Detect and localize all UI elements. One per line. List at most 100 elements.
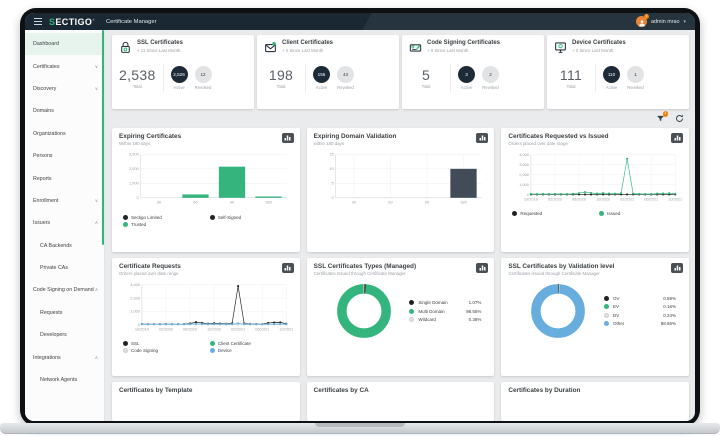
legend-dot: [409, 317, 414, 322]
sidebar-item-network-agents[interactable]: Network Agents: [25, 369, 104, 391]
svg-text:1,000: 1,000: [130, 309, 140, 314]
sidebar-item-dashboard[interactable]: Dashboard: [25, 33, 104, 55]
svg-text:15: 15: [329, 152, 334, 157]
line-chart: 01,0002,0003,00010/201902/202006/202010/…: [119, 278, 293, 340]
legend-label: Requested: [520, 211, 542, 216]
sidebar-item-persons[interactable]: Persons: [25, 145, 104, 167]
svg-text:4,000: 4,000: [520, 152, 530, 157]
sidebar-item-label: CA Backends: [40, 243, 72, 249]
sidebar-item-private-cas[interactable]: Private CAs: [25, 257, 104, 279]
stat-card-delta: + 0 Since Last Month: [282, 48, 333, 53]
svg-text:3,000: 3,000: [129, 152, 140, 157]
legend-item: Trusted: [123, 222, 206, 227]
revoked-count: 1Revoked: [627, 66, 644, 90]
active-label: Active: [171, 85, 188, 90]
chart-options-button[interactable]: [671, 133, 683, 143]
sidebar-item-discovery[interactable]: Discovery∨: [25, 78, 104, 100]
chart-title: Expiring Domain Validation: [314, 133, 488, 140]
legend-dot: [123, 222, 128, 227]
sidebar-item-organizations[interactable]: Organizations: [25, 123, 104, 145]
filter-button[interactable]: 1: [656, 114, 665, 123]
chevron-down-icon: ∨: [95, 198, 98, 204]
sidebar-item-label: Network Agents: [40, 377, 77, 383]
sidebar-item-ca-backends[interactable]: CA Backends: [25, 235, 104, 257]
sidebar-item-issuers[interactable]: Issuers∧: [25, 212, 104, 234]
sidebar-scrollbar[interactable]: [102, 30, 104, 245]
refresh-button[interactable]: [675, 114, 684, 123]
user-menu[interactable]: 1 admin mrao ▾: [636, 16, 686, 27]
legend-percentage: 0.38%: [469, 317, 482, 322]
divider: [595, 64, 596, 92]
legend-label: Wildcard: [418, 317, 436, 322]
legend-item: EV0.16%: [604, 304, 676, 309]
svg-text:02/2021: 02/2021: [620, 196, 634, 201]
legend-label: Self-Signed: [218, 215, 241, 220]
chart-subtitle: Orders placed over date range: [508, 141, 682, 146]
svg-text:2,000: 2,000: [520, 172, 530, 177]
legend-item: Requested: [512, 211, 595, 216]
dashboard-toolbar: 1: [112, 109, 689, 128]
donut-chart: Single Domain1.07%Multi Domain98.55%Wild…: [314, 279, 488, 343]
total-count: 111Total: [554, 67, 588, 90]
chart-title: Certificates by Duration: [508, 387, 682, 394]
sidebar-item-label: Reports: [33, 176, 52, 182]
revoked-value: 12: [195, 66, 212, 83]
sidebar-item-reports[interactable]: Reports: [25, 167, 104, 189]
svg-text:60: 60: [388, 200, 393, 205]
sidebar-item-domains[interactable]: Domains: [25, 100, 104, 122]
chart-title: Certificate Requests: [119, 263, 293, 270]
chevron-down-icon: ∨: [95, 64, 98, 70]
chevron-up-icon: ∧: [95, 355, 98, 361]
legend-label: Sectigo Limited: [131, 215, 162, 220]
legend-label: Single Domain: [418, 300, 447, 305]
sidebar-item-label: Issuers: [33, 220, 50, 226]
chart-options-button[interactable]: [282, 133, 294, 143]
sidebar-item-label: Domains: [33, 108, 54, 114]
sidebar-item-integrations[interactable]: Integrations∧: [25, 346, 104, 368]
revoked-value: 2: [482, 66, 499, 83]
chart-options-button[interactable]: [476, 133, 488, 143]
chart-subtitle: within 180 days: [314, 141, 488, 146]
stat-card-title: SSL Certificates: [137, 40, 183, 46]
legend-dot: [210, 341, 215, 346]
card-ssl-types-managed: SSL Certificates Types (Managed) Certifi…: [307, 258, 495, 376]
chart-title: SSL Certificates Types (Managed): [314, 263, 488, 270]
active-label: Active: [458, 85, 475, 90]
legend-label: Client Certificate: [218, 341, 251, 346]
filter-badge: 1: [663, 111, 669, 117]
chart-options-button[interactable]: [671, 263, 683, 273]
sidebar-item-requests[interactable]: Requests: [25, 302, 104, 324]
sidebar-item-label: Code Signing on Demand: [33, 287, 94, 293]
legend-item: Self-Signed: [210, 215, 293, 220]
chevron-down-icon: ∨: [95, 86, 98, 92]
stat-card-titles: Device Certificates+ 0 Since Last Month: [572, 40, 626, 59]
card-ssl-by-validation: SSL Certificates by Validation level Cer…: [501, 258, 689, 376]
lock-icon: [119, 40, 132, 59]
svg-text:10/2021: 10/2021: [279, 326, 292, 331]
legend-percentage: 98.65%: [661, 321, 676, 326]
revoked-value: 43: [337, 66, 354, 83]
sidebar-item-code-signing-on-demand[interactable]: Code Signing on Demand∧: [25, 279, 104, 301]
svg-text:06/2020: 06/2020: [183, 326, 197, 331]
chart-title: Certificates by Template: [119, 387, 293, 394]
avatar[interactable]: 1: [636, 16, 647, 27]
legend-dot: [604, 321, 609, 326]
stat-card-numbers: 5Total3Active2Revoked: [409, 64, 537, 92]
stat-card-header: Client Certificates+ 0 Since Last Month: [264, 40, 392, 59]
stat-card-ssl-certificates: SSL Certificates+ 11 Since Last Month2,5…: [112, 35, 254, 109]
total-label: Total: [264, 84, 298, 89]
refresh-icon: [675, 114, 684, 123]
sidebar-item-developers[interactable]: Developers: [25, 324, 104, 346]
chart-legend: OV0.59%EV0.16%DV0.24%Other98.65%: [604, 296, 676, 327]
svg-text:180: 180: [265, 200, 272, 205]
stat-card-device-certificates: Device Certificates+ 0 Since Last Month1…: [547, 35, 689, 109]
sidebar-item-enrollment[interactable]: Enrollment∨: [25, 190, 104, 212]
chart-options-button[interactable]: [282, 263, 294, 273]
sidebar-item-certificates[interactable]: Certificates∨: [25, 55, 104, 77]
legend-item: Issued: [599, 211, 682, 216]
svg-text:02/2021: 02/2021: [231, 326, 245, 331]
laptop-base: [0, 423, 720, 434]
menu-icon[interactable]: [34, 18, 42, 25]
chart-options-button[interactable]: [476, 263, 488, 273]
svg-text:06/2021: 06/2021: [255, 326, 269, 331]
